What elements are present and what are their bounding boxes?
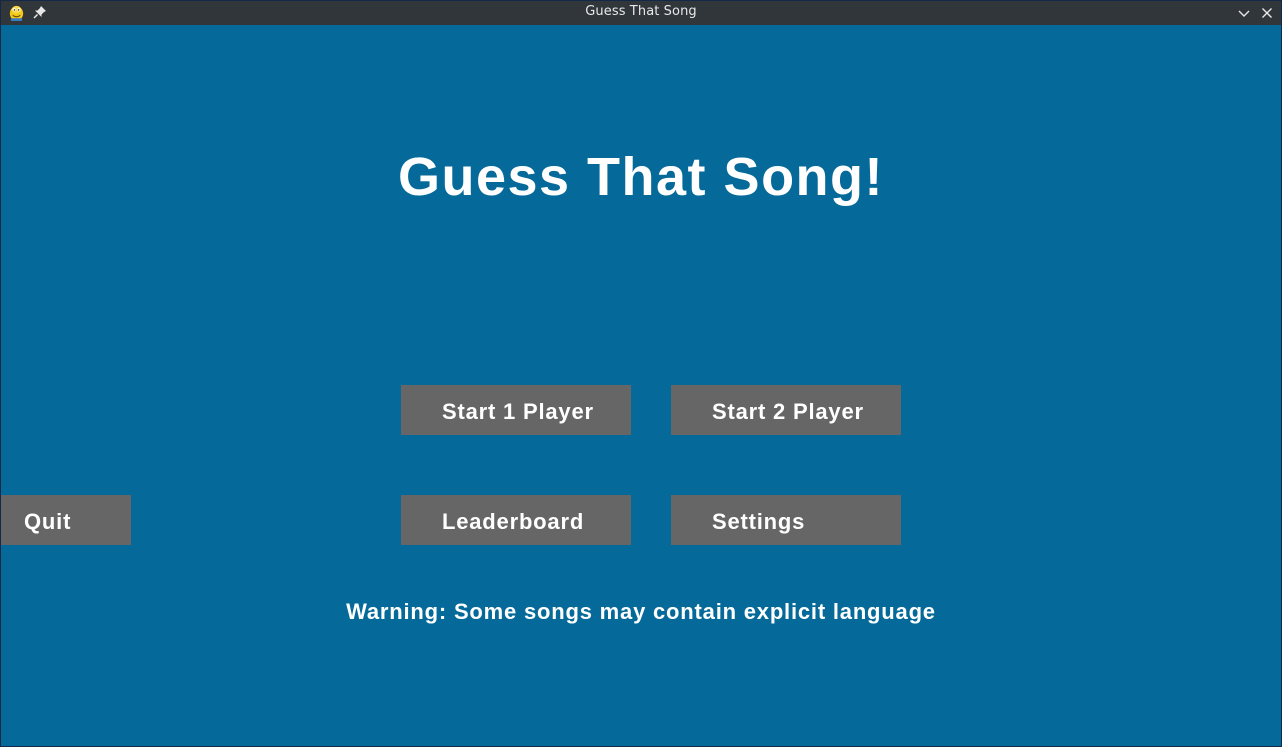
start-1-player-button[interactable]: Start 1 Player: [401, 385, 631, 435]
quit-button[interactable]: Quit: [1, 495, 131, 545]
app-window: Guess That Song Guess That Song! Start 1…: [0, 0, 1282, 747]
window-titlebar[interactable]: Guess That Song: [1, 1, 1281, 25]
leaderboard-button[interactable]: Leaderboard: [401, 495, 631, 545]
explicit-warning-text: Warning: Some songs may contain explicit…: [346, 599, 936, 624]
game-title: Guess That Song!: [397, 147, 885, 207]
window-title: Guess That Song: [585, 4, 697, 19]
start-2-player-button[interactable]: Start 2 Player: [671, 385, 901, 435]
close-icon[interactable]: [1259, 5, 1275, 21]
game-canvas: Guess That Song! Start 1 Player Start 2 …: [1, 25, 1281, 746]
chevron-down-icon[interactable]: [1236, 5, 1252, 21]
settings-button[interactable]: Settings: [671, 495, 901, 545]
